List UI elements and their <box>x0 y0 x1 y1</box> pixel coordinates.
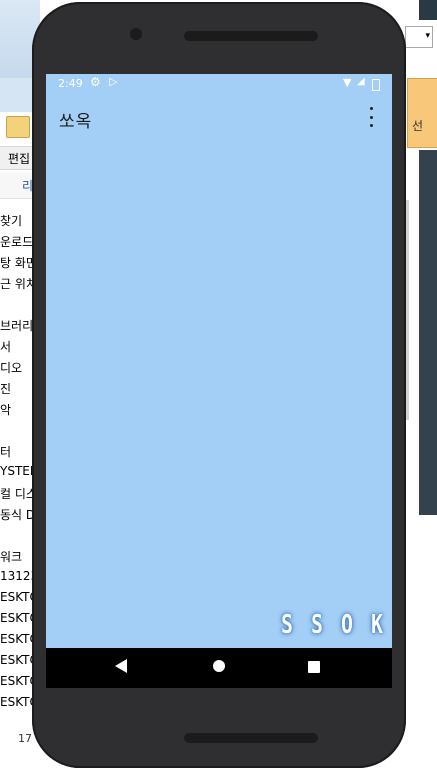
menu-edit[interactable]: 편집 <box>8 150 30 167</box>
play-store-icon: ▷ <box>109 75 118 88</box>
recent-apps-icon[interactable] <box>308 661 320 673</box>
dropdown-select[interactable]: ▾ <box>405 26 433 48</box>
navigation-bar <box>46 648 392 688</box>
home-icon[interactable] <box>213 660 225 672</box>
status-bar: 2:49 ⚙ ▷ ▼ ◢ <box>46 74 392 94</box>
speaker-bottom <box>184 733 318 743</box>
phone-screen: 2:49 ⚙ ▷ ▼ ◢ 쏘옥 S S O K <box>46 74 392 688</box>
gear-icon: ⚙ <box>90 75 101 89</box>
status-time: 2:49 <box>58 77 83 90</box>
more-options-icon[interactable] <box>364 107 378 127</box>
logo-letter: S <box>281 610 293 640</box>
window-edge <box>419 0 437 20</box>
camera-icon <box>130 28 142 40</box>
ribbon-button[interactable]: 선 <box>407 78 437 148</box>
side-panel <box>419 150 437 515</box>
back-icon[interactable] <box>115 659 127 673</box>
ribbon-button-label: 선 <box>412 119 424 133</box>
app-title: 쏘옥 <box>59 112 93 132</box>
signal-icon: ◢ <box>357 76 365 87</box>
battery-icon <box>372 79 380 91</box>
speaker-top <box>184 31 318 41</box>
ssok-logo: S S O K <box>276 607 388 643</box>
logo-letter: S <box>311 610 323 640</box>
item-count: 17 <box>18 732 32 745</box>
logo-letter: K <box>371 610 383 640</box>
logo-letter: O <box>341 610 353 640</box>
wifi-icon: ▼ <box>343 76 352 89</box>
chevron-down-icon: ▾ <box>425 31 430 41</box>
folder-icon[interactable] <box>6 116 30 138</box>
app-toolbar: 쏘옥 <box>46 94 392 140</box>
